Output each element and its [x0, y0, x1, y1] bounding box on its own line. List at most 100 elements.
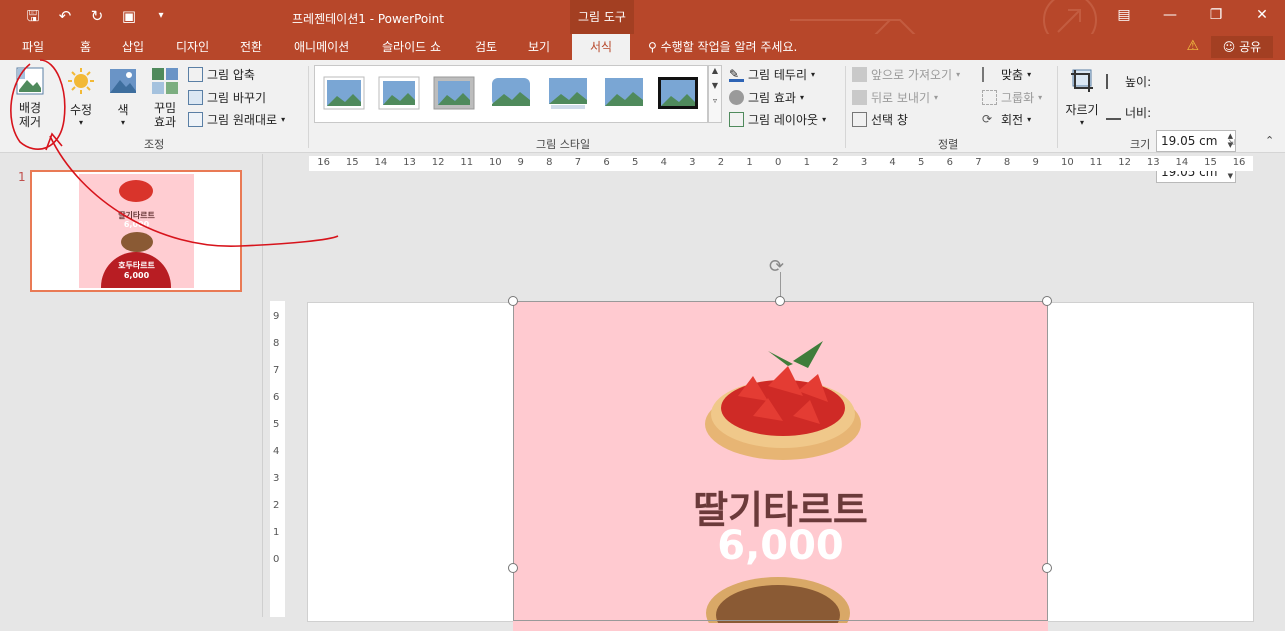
- picture-effects-button[interactable]: 그림 효과 ▾: [729, 87, 804, 107]
- ruler-tick-label: 0: [775, 157, 782, 168]
- picture-layout-button[interactable]: 그림 레이아웃 ▾: [729, 109, 826, 129]
- collapse-ribbon-icon[interactable]: ⌃: [1265, 134, 1274, 147]
- selection-pane-button[interactable]: 선택 창: [852, 109, 908, 129]
- close-icon[interactable]: ✕: [1239, 0, 1285, 30]
- tab-insert[interactable]: 삽입: [122, 38, 144, 55]
- style-thumb-6[interactable]: [603, 76, 645, 110]
- ruler-tick-label: 0: [273, 554, 280, 565]
- ruler-tick-label: 15: [345, 157, 359, 168]
- bring-forward-icon: [852, 66, 867, 82]
- reset-picture-button[interactable]: 그림 원래대로 ▾: [188, 109, 285, 129]
- group-dropdown-icon: ▾: [1038, 92, 1043, 102]
- ruler-tick-label: 5: [918, 157, 925, 168]
- tab-design[interactable]: 디자인: [176, 38, 209, 55]
- send-backward-button[interactable]: 뒤로 보내기 ▾: [852, 87, 938, 107]
- change-picture-label: 그림 바꾸기: [207, 90, 267, 105]
- corrections-button[interactable]: 수정 ▾: [64, 66, 98, 127]
- style-thumb-4[interactable]: [490, 76, 532, 110]
- rotate-handle-icon[interactable]: ⟳: [769, 256, 784, 277]
- align-icon: [982, 66, 997, 82]
- undo-icon[interactable]: ↶: [54, 6, 76, 26]
- selection-pane-label: 선택 창: [871, 112, 908, 127]
- color-button[interactable]: 색 ▾: [107, 66, 139, 127]
- align-button[interactable]: 맞춤 ▾: [982, 64, 1031, 84]
- gallery-scroll[interactable]: ▲ ▼ ▿: [708, 65, 722, 123]
- align-label: 맞춤: [1001, 67, 1024, 82]
- size-group-label: 크기: [1130, 138, 1151, 151]
- ruler-tick-label: 16: [1232, 157, 1246, 168]
- resize-handle-left[interactable]: [508, 563, 518, 573]
- selection-pane-icon: [852, 111, 867, 127]
- present-icon[interactable]: ▣: [118, 6, 140, 26]
- ruler-tick-label: 4: [273, 446, 280, 457]
- ruler-tick-label: 4: [889, 157, 896, 168]
- height-input[interactable]: 19.05 cm ▲ ▼: [1156, 130, 1236, 152]
- customize-qat-icon[interactable]: ▾: [150, 6, 172, 26]
- crop-icon: [1071, 69, 1093, 92]
- gallery-up-icon[interactable]: ▲: [709, 66, 721, 75]
- window-controls: ▤ — ❐ ✕: [1101, 0, 1285, 30]
- save-icon[interactable]: 🖫: [22, 6, 44, 26]
- style-thumb-3[interactable]: [433, 76, 475, 110]
- crop-button[interactable]: 자르기 ▾: [1062, 66, 1102, 127]
- tell-me-text: 수행할 작업을 알려 주세요.: [660, 40, 798, 54]
- gallery-more-icon[interactable]: ▿: [709, 96, 721, 105]
- bring-forward-label: 앞으로 가져오기: [871, 67, 953, 82]
- change-picture-button[interactable]: 그림 바꾸기: [188, 87, 266, 107]
- warning-icon[interactable]: ⚠: [1186, 38, 1199, 54]
- bring-forward-button[interactable]: 앞으로 가져오기 ▾: [852, 64, 960, 84]
- style-thumb-1[interactable]: [323, 76, 365, 110]
- group-button[interactable]: 그룹화 ▾: [982, 87, 1042, 107]
- tab-slideshow[interactable]: 슬라이드 쇼: [382, 38, 441, 55]
- rotate-label: 회전: [1001, 112, 1024, 127]
- ruler-tick-label: 1: [746, 157, 753, 168]
- picture-border-button[interactable]: ✎ 그림 테두리 ▾: [729, 64, 815, 84]
- tell-me-box[interactable]: ⚲ 수행할 작업을 알려 주세요.: [648, 38, 797, 55]
- layout-icon: [729, 111, 744, 127]
- send-backward-dropdown-icon: ▾: [934, 92, 939, 102]
- tab-format[interactable]: 서식: [572, 34, 631, 60]
- gallery-down-icon[interactable]: ▼: [709, 81, 721, 90]
- picture-color-icon: [110, 69, 136, 93]
- title-bar: 🖫 ↶ ↻ ▣ ▾ 프레젠테이션1 - PowerPoint 그림 도구 ▤ —…: [0, 0, 1285, 47]
- ribbon-tabs: 파일 홈 삽입 디자인 전환 애니메이션 슬라이드 쇼 검토 보기 서식 ⚲ 수…: [0, 34, 1285, 60]
- resize-handle-right[interactable]: [1042, 563, 1052, 573]
- quick-access-toolbar: 🖫 ↶ ↻ ▣ ▾: [22, 6, 172, 26]
- tab-home[interactable]: 홈: [80, 38, 91, 55]
- rotate-dropdown-icon: ▾: [1027, 114, 1032, 124]
- minimize-icon[interactable]: —: [1147, 0, 1193, 30]
- share-button[interactable]: ☺ 공유: [1211, 36, 1273, 58]
- style-thumb-2[interactable]: [378, 76, 420, 110]
- bring-forward-dropdown-icon: ▾: [956, 69, 961, 79]
- ribbon-display-icon[interactable]: ▤: [1101, 0, 1147, 30]
- ruler-tick-label: 16: [317, 157, 331, 168]
- redo-icon[interactable]: ↻: [86, 6, 108, 26]
- tab-view[interactable]: 보기: [528, 38, 550, 55]
- compress-pictures-button[interactable]: 그림 압축: [188, 64, 255, 84]
- thumbnail-price-2: 6,000: [123, 271, 150, 280]
- style-thumb-5[interactable]: [547, 76, 589, 110]
- resize-handle-top[interactable]: [775, 296, 785, 306]
- ruler-tick-label: 2: [717, 157, 725, 168]
- style-thumb-7[interactable]: [657, 76, 699, 110]
- slide-number: 1: [18, 170, 26, 184]
- ruler-tick-label: 6: [603, 157, 610, 168]
- restore-icon[interactable]: ❐: [1193, 0, 1239, 30]
- send-backward-icon: [852, 89, 867, 105]
- size-dialog-launcher-icon[interactable]: ⇲: [1228, 138, 1235, 147]
- rotate-button[interactable]: ⟳ 회전 ▾: [982, 109, 1031, 129]
- tab-file[interactable]: 파일: [22, 38, 44, 55]
- ruler-tick-label: 13: [1146, 157, 1160, 168]
- artistic-effects-button[interactable]: 꾸밈 효과: [146, 66, 184, 129]
- tab-review[interactable]: 검토: [475, 38, 497, 55]
- share-label: 공유: [1239, 40, 1262, 54]
- tab-animations[interactable]: 애니메이션: [294, 38, 349, 55]
- resize-handle-top-right[interactable]: [1042, 296, 1052, 306]
- resize-handle-top-left[interactable]: [508, 296, 518, 306]
- styles-group-label: 그림 스타일: [536, 138, 591, 151]
- tab-transitions[interactable]: 전환: [240, 38, 262, 55]
- remove-background-button[interactable]: 배경 제거: [10, 66, 50, 129]
- ruler-tick-label: 6: [273, 392, 280, 403]
- slide-thumbnail[interactable]: 딸기타르트 6,000 호두타르트 6,000: [30, 170, 242, 292]
- send-backward-label: 뒤로 보내기: [871, 90, 931, 105]
